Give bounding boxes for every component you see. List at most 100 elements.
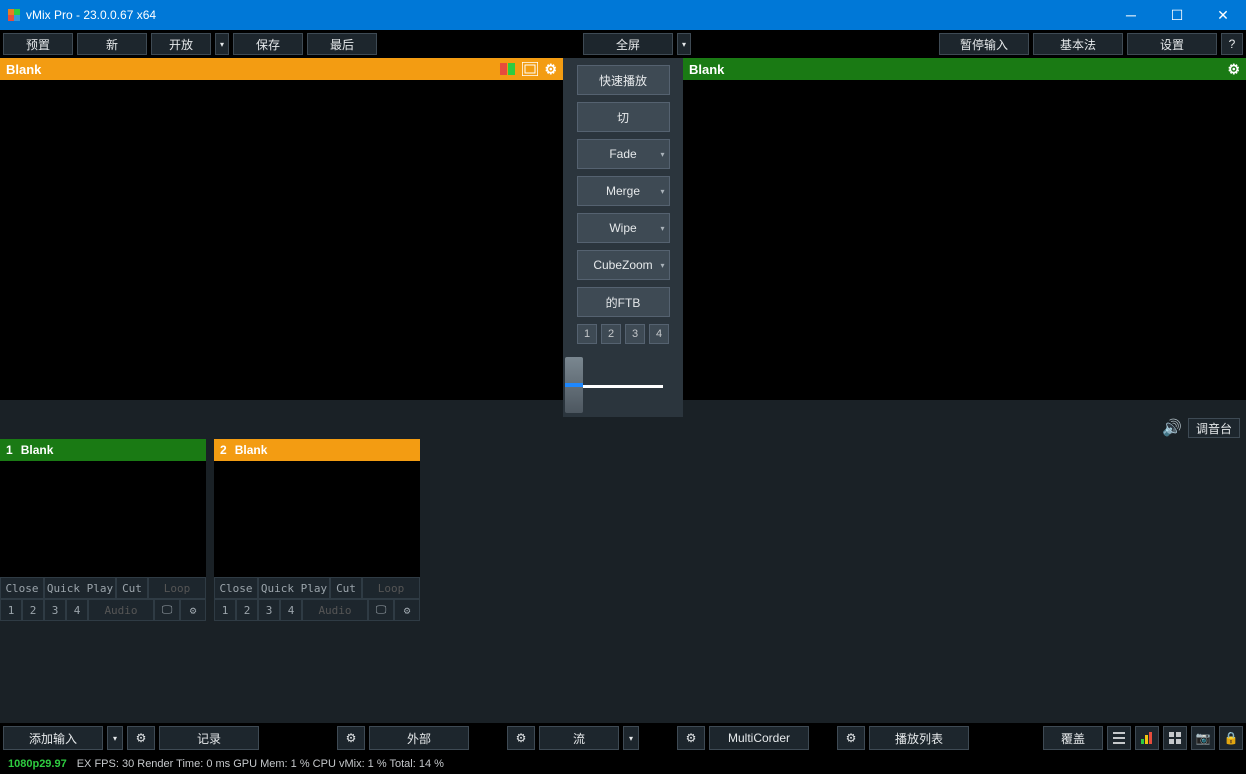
- preview-gear-icon[interactable]: ⚙: [544, 61, 557, 78]
- input-2-label: Blank: [235, 443, 268, 457]
- stream-button[interactable]: 流: [539, 726, 619, 750]
- main-toolbar: 预置 新 开放 ▾ 保存 最后 全屏 ▾ 暂停输入 基本法 设置 ?: [0, 30, 1246, 58]
- help-button[interactable]: ?: [1221, 33, 1243, 55]
- overlay-toggle-icon[interactable]: [500, 62, 516, 76]
- input-2-loop[interactable]: Loop: [362, 577, 420, 599]
- add-input-dropdown[interactable]: ▾: [107, 726, 123, 750]
- record-button[interactable]: 记录: [159, 726, 259, 750]
- inputs-area: 1 Blank Close Quick Play Cut Loop 1 2 3 …: [0, 439, 1246, 621]
- input-2-ov2[interactable]: 2: [236, 599, 258, 621]
- bottom-bar: 添加输入 ▾ ⚙ 记录 ⚙ 外部 ⚙ 流 ▾ ⚙ MultiCorder ⚙ 播…: [0, 723, 1246, 753]
- stream-gear-icon[interactable]: ⚙: [507, 726, 535, 750]
- input-1-audio[interactable]: Audio: [88, 599, 154, 621]
- status-format: 1080p29.97: [8, 758, 67, 770]
- minimize-button[interactable]: ─: [1108, 0, 1154, 30]
- input-card-1: 1 Blank Close Quick Play Cut Loop 1 2 3 …: [0, 439, 206, 621]
- last-button[interactable]: 最后: [307, 33, 377, 55]
- input-1-preview-icon[interactable]: 🖵: [154, 599, 180, 621]
- input-1-header[interactable]: 1 Blank: [0, 439, 206, 461]
- status-metrics: EX FPS: 30 Render Time: 0 ms GPU Mem: 1 …: [77, 758, 444, 770]
- playlist-gear-icon[interactable]: ⚙: [837, 726, 865, 750]
- wipe-button[interactable]: Wipe▾: [577, 213, 670, 243]
- input-2-preview-icon[interactable]: 🖵: [368, 599, 394, 621]
- input-1-ov2[interactable]: 2: [22, 599, 44, 621]
- program-gear-icon[interactable]: ⚙: [1227, 61, 1240, 78]
- open-button[interactable]: 开放: [151, 33, 211, 55]
- input-2-close[interactable]: Close: [214, 577, 258, 599]
- close-button[interactable]: ✕: [1200, 0, 1246, 30]
- window-titlebar: vMix Pro - 23.0.0.67 x64 ─ ☐ ✕: [0, 0, 1246, 30]
- vu-meter-icon[interactable]: [1135, 726, 1159, 750]
- input-1-close[interactable]: Close: [0, 577, 44, 599]
- maximize-button[interactable]: ☐: [1154, 0, 1200, 30]
- list-view-icon[interactable]: [1107, 726, 1131, 750]
- input-2-ov4[interactable]: 4: [280, 599, 302, 621]
- transitions-panel: 快速播放 切 Fade▾ Merge▾ Wipe▾ CubeZoom▾ 的FTB…: [563, 58, 683, 417]
- fade-button[interactable]: Fade▾: [577, 139, 670, 169]
- ftb-button[interactable]: 的FTB: [577, 287, 670, 317]
- multicorder-gear-icon[interactable]: ⚙: [677, 726, 705, 750]
- open-dropdown[interactable]: ▾: [215, 33, 229, 55]
- input-1-ov1[interactable]: 1: [0, 599, 22, 621]
- program-panel: Blank ⚙: [683, 58, 1246, 417]
- save-button[interactable]: 保存: [233, 33, 303, 55]
- status-bar: 1080p29.97 EX FPS: 30 Render Time: 0 ms …: [0, 753, 1246, 774]
- app-logo-icon: [8, 9, 20, 21]
- snapshot-icon[interactable]: 📷: [1191, 726, 1215, 750]
- overlay-button[interactable]: 覆盖: [1043, 726, 1103, 750]
- program-header: Blank ⚙: [683, 58, 1246, 80]
- input-2-thumbnail[interactable]: [214, 461, 420, 577]
- input-1-thumbnail[interactable]: [0, 461, 206, 577]
- preview-video[interactable]: [0, 80, 563, 400]
- fullscreen-dropdown[interactable]: ▾: [677, 33, 691, 55]
- input-2-cut[interactable]: Cut: [330, 577, 362, 599]
- preview-panel: Blank ⚙: [0, 58, 563, 417]
- input-1-loop[interactable]: Loop: [148, 577, 206, 599]
- overlay-1-button[interactable]: 1: [577, 324, 597, 344]
- input-1-ov4[interactable]: 4: [66, 599, 88, 621]
- input-2-audio[interactable]: Audio: [302, 599, 368, 621]
- overlay-4-button[interactable]: 4: [649, 324, 669, 344]
- external-gear-icon[interactable]: ⚙: [337, 726, 365, 750]
- settings-button[interactable]: 设置: [1127, 33, 1217, 55]
- add-input-button[interactable]: 添加输入: [3, 726, 103, 750]
- speaker-icon[interactable]: 🔊: [1162, 418, 1182, 438]
- input-2-quickplay[interactable]: Quick Play: [258, 577, 330, 599]
- program-label: Blank: [689, 62, 724, 77]
- layout-icon[interactable]: [522, 62, 538, 76]
- overlay-3-button[interactable]: 3: [625, 324, 645, 344]
- input-2-header[interactable]: 2 Blank: [214, 439, 420, 461]
- input-1-quickplay[interactable]: Quick Play: [44, 577, 116, 599]
- record-gear-icon[interactable]: ⚙: [127, 726, 155, 750]
- multicorder-button[interactable]: MultiCorder: [709, 726, 809, 750]
- input-1-gear-icon[interactable]: ⚙: [180, 599, 206, 621]
- program-video[interactable]: [683, 80, 1246, 400]
- overlay-number-row: 1 2 3 4: [577, 324, 669, 344]
- input-2-ov3[interactable]: 3: [258, 599, 280, 621]
- fullscreen-button[interactable]: 全屏: [583, 33, 673, 55]
- cubezoom-button[interactable]: CubeZoom▾: [577, 250, 670, 280]
- external-button[interactable]: 外部: [369, 726, 469, 750]
- playlist-button[interactable]: 播放列表: [869, 726, 969, 750]
- merge-button[interactable]: Merge▾: [577, 176, 670, 206]
- input-2-ov1[interactable]: 1: [214, 599, 236, 621]
- stream-dropdown[interactable]: ▾: [623, 726, 639, 750]
- category-mixer-row: 🔊 调音台: [0, 417, 1246, 439]
- grid-view-icon[interactable]: [1163, 726, 1187, 750]
- quickplay-button[interactable]: 快速播放: [577, 65, 670, 95]
- new-button[interactable]: 新: [77, 33, 147, 55]
- pause-input-button[interactable]: 暂停输入: [939, 33, 1029, 55]
- input-2-number: 2: [220, 443, 227, 457]
- preview-label: Blank: [6, 62, 41, 77]
- input-2-gear-icon[interactable]: ⚙: [394, 599, 420, 621]
- preset-button[interactable]: 预置: [3, 33, 73, 55]
- window-title: vMix Pro - 23.0.0.67 x64: [26, 8, 156, 22]
- overlay-2-button[interactable]: 2: [601, 324, 621, 344]
- cut-button[interactable]: 切: [577, 102, 670, 132]
- audio-mixer-button[interactable]: 调音台: [1188, 418, 1240, 438]
- lock-icon[interactable]: 🔒: [1219, 726, 1243, 750]
- basic-law-button[interactable]: 基本法: [1033, 33, 1123, 55]
- t-bar-fader[interactable]: [563, 357, 683, 417]
- input-1-ov3[interactable]: 3: [44, 599, 66, 621]
- input-1-cut[interactable]: Cut: [116, 577, 148, 599]
